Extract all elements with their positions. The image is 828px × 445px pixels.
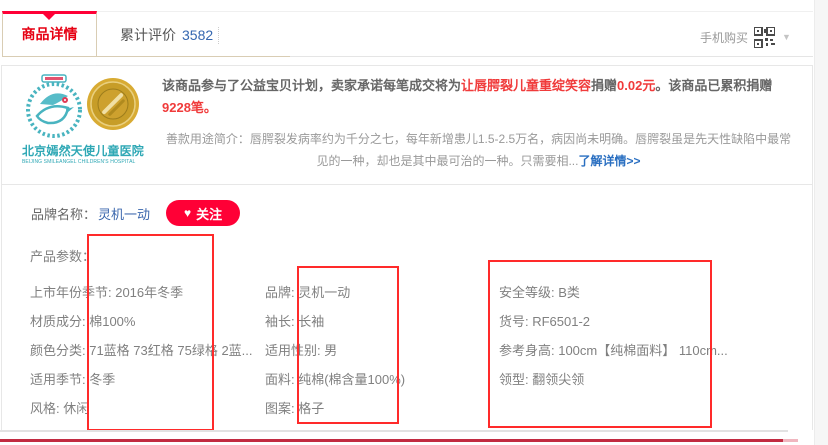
- charity-pledge-text: 该商品参与了公益宝贝计划，卖家承诺每笔成交将为让唇腭裂儿童重绽笑容捐赠0.02元…: [162, 75, 795, 119]
- hospital-name-en: BEIJING SMILEANGEL CHILDREN'S HOSPITAL: [22, 159, 146, 165]
- param-row: 袖长: 长袖: [265, 307, 405, 336]
- brand-row: 品牌名称： 灵机一动 ♥ 关注: [31, 199, 240, 227]
- dove-emblem-icon: [22, 74, 86, 140]
- active-tab-arrow-icon: [43, 14, 55, 20]
- pledge-amount: 0.02元: [617, 78, 655, 93]
- param-row: 货号: RF6501-2: [499, 307, 728, 336]
- reviews-label: 累计评价: [120, 27, 176, 43]
- charity-banner: 北京嫣然天使儿童医院 BEIJING SMILEANGEL CHILDREN'S…: [1, 65, 813, 185]
- qr-code-icon: [754, 27, 775, 48]
- param-row: 安全等级: B类: [499, 278, 728, 307]
- pledge-count: 9228笔。: [162, 100, 217, 115]
- tabstrip-tan-border: [2, 56, 290, 57]
- param-row: 品牌: 灵机一动: [265, 278, 405, 307]
- params-column-2: 品牌: 灵机一动 袖长: 长袖 适用性别: 男 面料: 纯棉(棉含量100%) …: [265, 278, 405, 423]
- param-row: 颜色分类: 71蓝格 73红格 75绿格 2蓝...: [30, 336, 253, 365]
- tab-reviews[interactable]: 累计评价 3582: [97, 14, 213, 56]
- param-row: 风格: 休闲: [30, 394, 253, 423]
- param-row: 适用性别: 男: [265, 336, 405, 365]
- bottom-divider: [0, 430, 788, 432]
- learn-more-link[interactable]: 了解详情>>: [578, 154, 640, 168]
- bottom-red-line-fade: [783, 439, 798, 442]
- param-row: 参考身高: 100cm【纯棉面料】 110cm...: [499, 336, 728, 365]
- pledge-seg: 该商品参与了公益宝贝计划，卖家承诺每笔成交将为: [162, 78, 461, 93]
- heart-icon: ♥: [184, 206, 191, 220]
- mobile-buy-control[interactable]: 手机购买 ▼: [700, 24, 791, 50]
- hospital-name-cn: 北京嫣然天使儿童医院: [22, 142, 146, 159]
- params-column-3: 安全等级: B类 货号: RF6501-2 参考身高: 100cm【纯棉面料】 …: [499, 278, 728, 394]
- product-detail-page: 商品详情 累计评价3582 手机购买 ▼: [0, 0, 828, 445]
- tabstrip-gray-border: [290, 56, 813, 57]
- fund-intro-text: 善款用途简介：唇腭裂发病率约为千分之七，每年新增患儿1.5-2.5万名，病因尚未…: [166, 132, 791, 168]
- header-top-border: [97, 11, 813, 12]
- pledge-cause: 让唇腭裂儿童重绽笑容: [461, 78, 591, 93]
- brand-name-link[interactable]: 灵机一动: [98, 204, 150, 223]
- charity-description: 该商品参与了公益宝贝计划，卖家承诺每笔成交将为让唇腭裂儿童重绽笑容捐赠0.02元…: [162, 75, 795, 172]
- params-column-1: 上市年份季节: 2016年冬季 材质成分: 棉100% 颜色分类: 71蓝格 7…: [30, 278, 253, 423]
- product-params-section: 品牌名称： 灵机一动 ♥ 关注 产品参数： 上市年份季节: 2016年冬季 材质…: [1, 185, 813, 430]
- reviews-count: 3582: [182, 27, 213, 43]
- gold-medal-icon: [86, 77, 140, 131]
- brand-label: 品牌名称：: [31, 204, 96, 223]
- charity-fund-intro: 善款用途简介：唇腭裂发病率约为千分之七，每年新增患儿1.5-2.5万名，病因尚未…: [162, 128, 795, 172]
- params-title: 产品参数：: [30, 246, 95, 265]
- tab-separator: [218, 27, 219, 44]
- page-background-strip: [814, 0, 828, 445]
- follow-button[interactable]: ♥ 关注: [166, 200, 240, 226]
- bottom-red-line: [0, 439, 783, 442]
- hospital-logo: 北京嫣然天使儿童医院 BEIJING SMILEANGEL CHILDREN'S…: [22, 74, 146, 176]
- param-row: 面料: 纯棉(棉含量100%): [265, 365, 405, 394]
- pledge-seg: 。该商品已累积捐赠: [655, 78, 772, 93]
- mobile-buy-label: 手机购买: [700, 29, 748, 46]
- param-row: 上市年份季节: 2016年冬季: [30, 278, 253, 307]
- pledge-seg: 捐赠: [591, 78, 617, 93]
- follow-label: 关注: [196, 204, 222, 223]
- chevron-down-icon: ▼: [782, 32, 791, 42]
- param-row: 领型: 翻领尖领: [499, 365, 728, 394]
- param-row: 图案: 格子: [265, 394, 405, 423]
- param-row: 适用季节: 冬季: [30, 365, 253, 394]
- param-row: 材质成分: 棉100%: [30, 307, 253, 336]
